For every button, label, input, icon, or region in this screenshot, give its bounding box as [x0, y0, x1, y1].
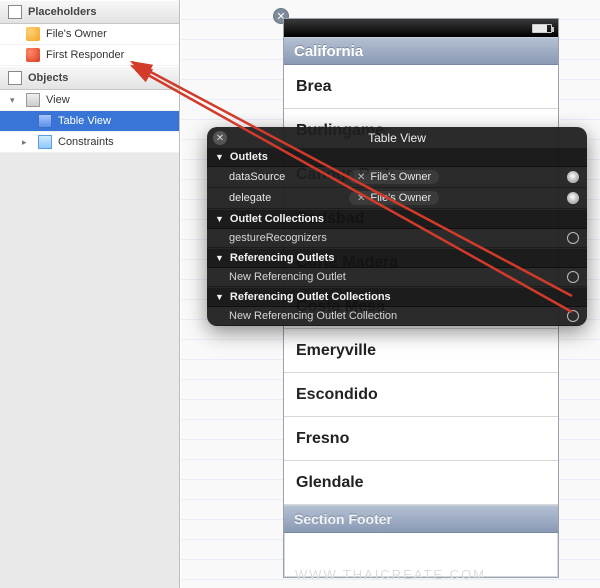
objects-list: ▾ View Table View ▸ Constraints: [0, 90, 179, 153]
outlet-name: dataSource: [229, 171, 349, 183]
connection-port-icon[interactable]: [567, 232, 579, 244]
cube-icon: [8, 71, 22, 85]
close-icon[interactable]: ✕: [213, 131, 227, 145]
constraints-icon: [38, 135, 52, 149]
view-icon: [26, 93, 40, 107]
cube-icon: [8, 5, 22, 19]
table-view-icon: [38, 114, 52, 128]
chevron-down-icon: ▼: [215, 214, 224, 224]
table-row[interactable]: Emeryville: [284, 329, 558, 373]
battery-icon: [532, 24, 552, 33]
disclosure-triangle-icon[interactable]: ▾: [10, 95, 20, 106]
referencing-outlets-header[interactable]: ▼ Referencing Outlets: [207, 248, 587, 268]
connection-target: File's Owner: [370, 171, 431, 183]
referencing-outlets-label: Referencing Outlets: [230, 252, 335, 264]
disconnect-icon[interactable]: ✕: [357, 193, 365, 204]
object-constraints[interactable]: ▸ Constraints: [0, 132, 179, 153]
table-row[interactable]: Escondido: [284, 373, 558, 417]
outlet-delegate-row[interactable]: delegate ✕ File's Owner: [207, 188, 587, 209]
outlet-connection[interactable]: ✕ File's Owner: [349, 191, 439, 205]
connections-title-bar[interactable]: ✕ Table View: [207, 127, 587, 147]
outlets-section-header[interactable]: ▼ Outlets: [207, 147, 587, 167]
connection-target: File's Owner: [370, 192, 431, 204]
watermark-text: WWW.THAICREATE.COM: [295, 567, 486, 582]
placeholders-header: Placeholders: [0, 0, 179, 24]
canvas[interactable]: ✕ California Brea Burlingame Canoga Park…: [181, 0, 600, 588]
disconnect-icon[interactable]: ✕: [357, 172, 365, 183]
section-footer-text: Section Footer: [294, 511, 392, 527]
gesture-recognizers-row[interactable]: gestureRecognizers: [207, 229, 587, 248]
connection-port-icon[interactable]: [567, 310, 579, 322]
table-row[interactable]: Glendale: [284, 461, 558, 505]
section-header-text: California: [294, 43, 363, 60]
connection-port-icon[interactable]: [567, 171, 579, 183]
new-ref-outlet-row[interactable]: New Referencing Outlet: [207, 268, 587, 287]
row-name: gestureRecognizers: [229, 232, 349, 244]
disclosure-triangle-icon[interactable]: ▸: [22, 137, 32, 148]
outlet-collections-header[interactable]: ▼ Outlet Collections: [207, 209, 587, 229]
object-view[interactable]: ▾ View: [0, 90, 179, 111]
placeholder-first-responder[interactable]: First Responder: [0, 45, 179, 66]
placeholders-list: File's Owner First Responder: [0, 24, 179, 66]
objects-header: Objects: [0, 66, 179, 90]
outlet-collections-label: Outlet Collections: [230, 213, 324, 225]
connections-title: Table View: [368, 131, 426, 145]
document-outline: Placeholders File's Owner First Responde…: [0, 0, 180, 588]
row-name: New Referencing Outlet: [229, 271, 567, 283]
chevron-down-icon: ▼: [215, 253, 224, 263]
outlets-label: Outlets: [230, 151, 268, 163]
outlet-name: delegate: [229, 192, 349, 204]
files-owner-label: File's Owner: [46, 28, 107, 40]
first-responder-label: First Responder: [46, 49, 124, 61]
connection-port-icon[interactable]: [567, 192, 579, 204]
row-name: New Referencing Outlet Collection: [229, 310, 567, 322]
first-responder-icon: [26, 48, 40, 62]
table-section-header: California: [284, 37, 558, 65]
table-section-footer: Section Footer: [284, 505, 558, 533]
chevron-down-icon: ▼: [215, 292, 224, 302]
objects-title: Objects: [28, 72, 68, 84]
table-view-label: Table View: [58, 115, 111, 127]
placeholder-files-owner[interactable]: File's Owner: [0, 24, 179, 45]
referencing-outlet-collections-header[interactable]: ▼ Referencing Outlet Collections: [207, 287, 587, 307]
table-row[interactable]: Fresno: [284, 417, 558, 461]
outlet-connection[interactable]: ✕ File's Owner: [349, 170, 439, 184]
status-bar: [284, 19, 558, 37]
files-owner-icon: [26, 27, 40, 41]
constraints-label: Constraints: [58, 136, 114, 148]
table-row[interactable]: Brea: [284, 65, 558, 109]
connection-port-icon[interactable]: [567, 271, 579, 283]
placeholders-title: Placeholders: [28, 6, 96, 18]
chevron-down-icon: ▼: [215, 152, 224, 162]
outlet-datasource-row[interactable]: dataSource ✕ File's Owner: [207, 167, 587, 188]
new-ref-outlet-collection-row[interactable]: New Referencing Outlet Collection: [207, 307, 587, 326]
view-label: View: [46, 94, 70, 106]
connections-panel[interactable]: ✕ Table View ▼ Outlets dataSource ✕ File…: [207, 127, 587, 326]
object-table-view[interactable]: Table View: [0, 111, 179, 132]
referencing-outlet-collections-label: Referencing Outlet Collections: [230, 291, 391, 303]
